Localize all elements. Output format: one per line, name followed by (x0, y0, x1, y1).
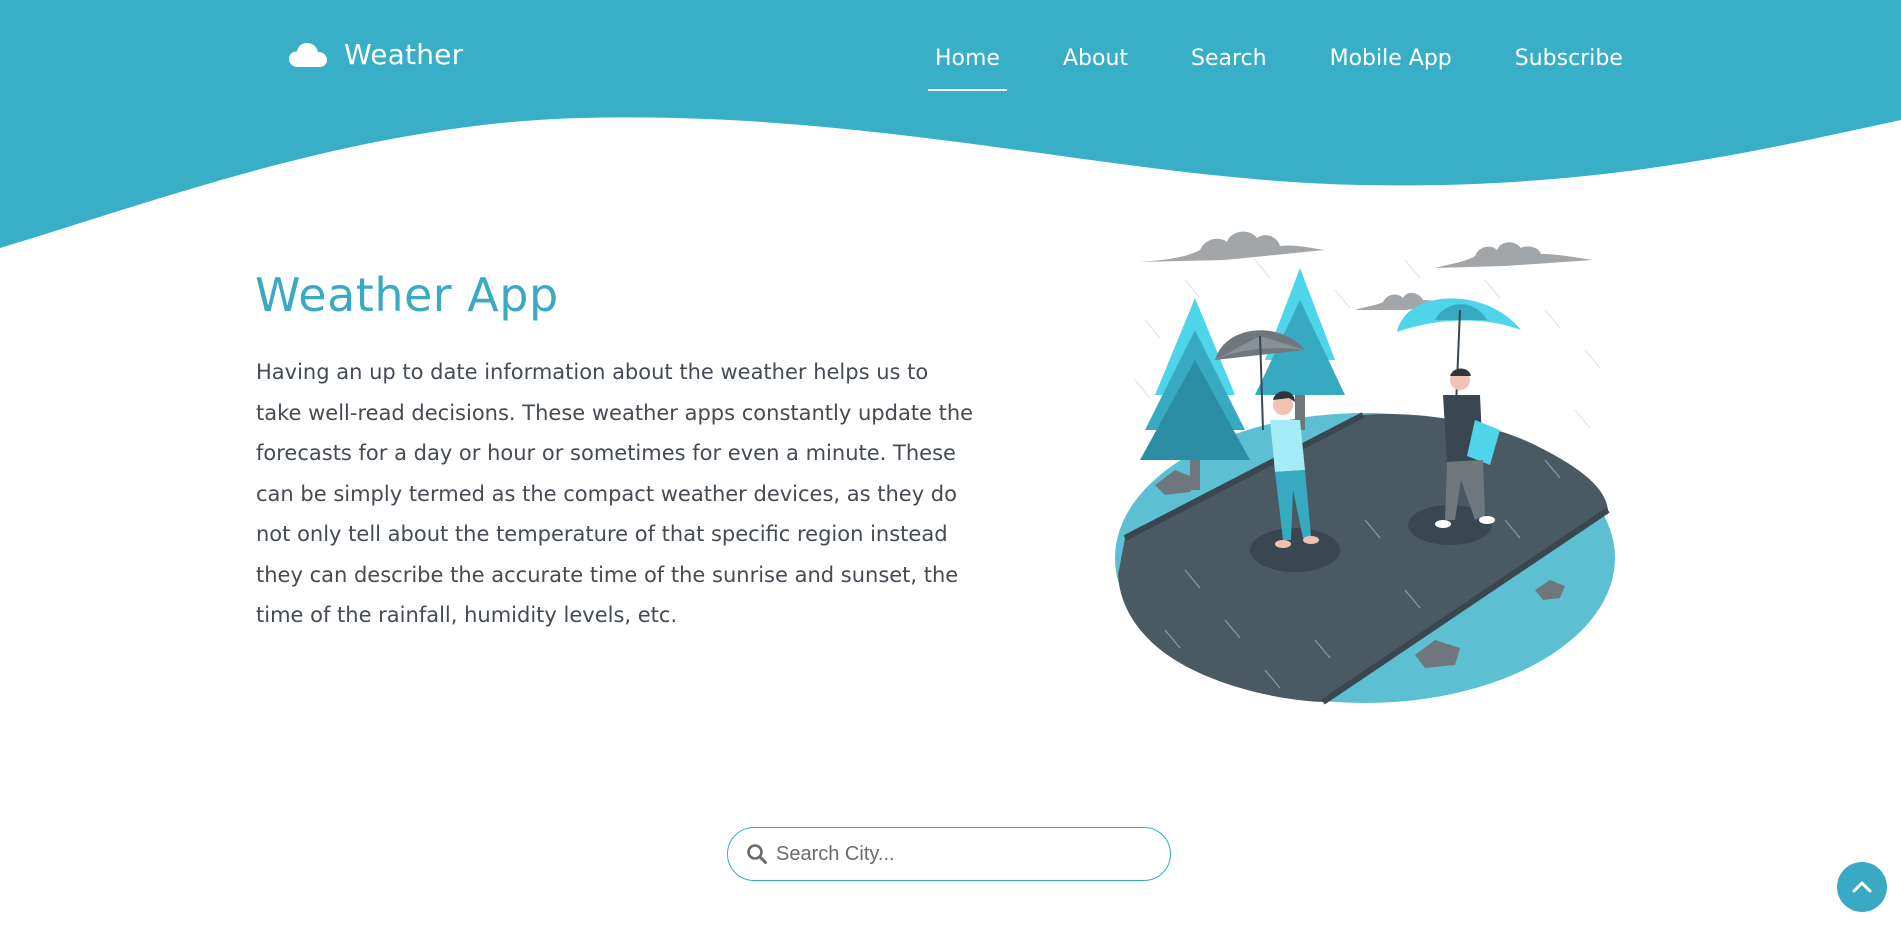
brand-name: Weather (344, 38, 464, 71)
page: Weather Home About Search Mobile App Sub… (0, 0, 1901, 932)
nav-item-mobile-app[interactable]: Mobile App (1319, 42, 1463, 91)
nav-item-home[interactable]: Home (924, 42, 1011, 91)
hero-description: Having an up to date information about t… (256, 360, 974, 627)
search-icon (747, 844, 767, 864)
nav-item-search[interactable]: Search (1180, 42, 1278, 91)
brand-logo-link[interactable]: Weather (288, 38, 463, 71)
search-city-input[interactable] (774, 841, 1158, 867)
scroll-to-top-button[interactable] (1837, 862, 1887, 912)
cloud-icon (289, 42, 327, 67)
header-wave-background (0, 0, 1901, 248)
page-title: Weather App (255, 268, 559, 322)
main-nav: Home About Search Mobile App Subscribe (924, 42, 1634, 91)
people-with-umbrellas-in-rain-illustration (1115, 231, 1615, 705)
nav-item-about[interactable]: About (1052, 42, 1139, 91)
nav-item-subscribe[interactable]: Subscribe (1504, 42, 1634, 91)
chevron-up-icon (1852, 881, 1872, 893)
search-box (727, 827, 1171, 881)
